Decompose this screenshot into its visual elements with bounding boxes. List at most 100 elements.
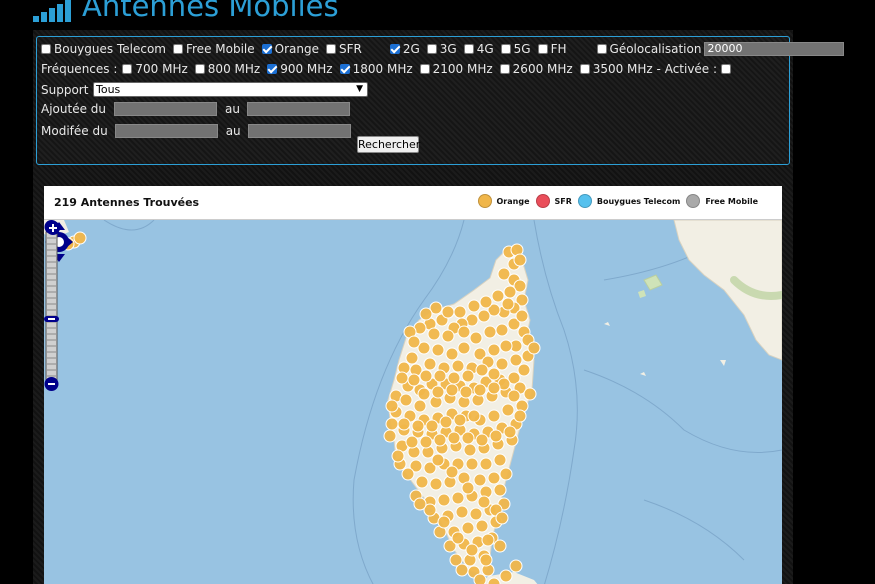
antenna-marker[interactable] [479, 457, 493, 471]
antenna-marker[interactable] [501, 297, 515, 311]
antenna-marker[interactable] [399, 393, 413, 407]
antenna-marker[interactable] [493, 453, 507, 467]
antenna-marker[interactable] [415, 475, 429, 489]
antenna-marker[interactable] [495, 357, 509, 371]
antenna-marker[interactable] [465, 543, 479, 557]
antenna-marker[interactable] [489, 429, 503, 443]
antenna-map[interactable] [44, 220, 782, 584]
antenna-marker[interactable] [487, 343, 501, 357]
map-canvas[interactable] [44, 220, 782, 584]
antenna-marker[interactable] [493, 539, 507, 553]
operator-option-orange[interactable]: Orange [261, 42, 319, 56]
antenna-marker[interactable] [397, 417, 411, 431]
antenna-marker[interactable] [457, 341, 471, 355]
antenna-marker[interactable] [417, 387, 431, 401]
freq-option-2600[interactable]: 2600 MHz [499, 62, 573, 76]
antenna-marker[interactable] [509, 559, 523, 573]
antenna-marker[interactable] [419, 369, 433, 383]
freq-option-700[interactable]: 700 MHz [122, 62, 188, 76]
checkbox-3g[interactable] [426, 44, 437, 54]
antenna-marker[interactable] [425, 419, 439, 433]
tech-option-3g[interactable]: 3G [426, 42, 457, 56]
checkbox-3500[interactable] [579, 64, 590, 74]
operator-option-sfr[interactable]: SFR [325, 42, 362, 56]
antenna-marker[interactable] [517, 363, 531, 377]
antenna-marker[interactable] [455, 563, 469, 577]
antenna-marker[interactable] [441, 305, 455, 319]
antenna-marker[interactable] [405, 435, 419, 449]
antenna-marker[interactable] [495, 511, 509, 525]
antenna-marker[interactable] [523, 387, 537, 401]
antenna-marker[interactable] [475, 363, 489, 377]
antenna-marker[interactable] [473, 473, 487, 487]
antenna-marker[interactable] [499, 467, 513, 481]
antenna-marker[interactable] [491, 289, 505, 303]
antenna-marker[interactable] [509, 353, 523, 367]
checkbox-3500-activated[interactable] [721, 64, 732, 74]
antenna-marker[interactable] [503, 285, 517, 299]
antenna-marker[interactable] [419, 435, 433, 449]
antenna-marker[interactable] [413, 399, 427, 413]
checkbox-free[interactable] [172, 44, 183, 54]
antenna-marker[interactable] [433, 433, 447, 447]
antenna-marker[interactable] [405, 351, 419, 365]
antenna-marker[interactable] [437, 493, 451, 507]
antenna-marker[interactable] [431, 453, 445, 467]
checkbox-2g[interactable] [389, 44, 400, 54]
antenna-marker[interactable] [527, 341, 541, 355]
checkbox-2600[interactable] [499, 64, 510, 74]
antenna-marker[interactable] [481, 533, 495, 547]
checkbox-2100[interactable] [419, 64, 430, 74]
antenna-marker[interactable] [441, 329, 455, 343]
antenna-marker[interactable] [431, 343, 445, 357]
checkbox-geolocation[interactable] [596, 44, 607, 54]
antenna-marker[interactable] [439, 415, 453, 429]
checkbox-sfr[interactable] [325, 44, 336, 54]
antenna-marker[interactable] [385, 417, 399, 431]
antenna-marker[interactable] [73, 231, 87, 245]
zoom-slider[interactable] [44, 220, 59, 392]
antenna-marker[interactable] [431, 385, 445, 399]
antenna-marker[interactable] [477, 309, 491, 323]
antenna-marker[interactable] [475, 519, 489, 533]
antenna-marker[interactable] [461, 481, 475, 495]
antenna-marker[interactable] [463, 443, 477, 457]
antenna-marker[interactable] [445, 347, 459, 361]
antenna-marker[interactable] [429, 477, 443, 491]
antenna-marker[interactable] [407, 373, 421, 387]
antenna-marker[interactable] [477, 495, 491, 509]
freq-option-900[interactable]: 900 MHz [267, 62, 333, 76]
checkbox-bouygues[interactable] [41, 44, 51, 54]
antenna-marker[interactable] [493, 483, 507, 497]
antenna-marker[interactable] [407, 335, 421, 349]
antenna-marker[interactable] [503, 425, 517, 439]
antenna-marker[interactable] [513, 409, 527, 423]
antenna-marker[interactable] [495, 323, 509, 337]
antenna-marker[interactable] [513, 253, 527, 267]
antenna-marker[interactable] [453, 413, 467, 427]
antenna-marker[interactable] [501, 403, 515, 417]
freq-option-800[interactable]: 800 MHz [194, 62, 260, 76]
tech-option-fh[interactable]: FH [537, 42, 567, 56]
antenna-marker[interactable] [385, 399, 399, 413]
tech-option-2g[interactable]: 2G [389, 42, 420, 56]
search-button[interactable]: Rechercher [357, 136, 420, 153]
checkbox-4g[interactable] [463, 44, 474, 54]
antenna-marker[interactable] [401, 467, 415, 481]
operator-option-bouygues[interactable]: Bouygues Telecom [41, 42, 166, 56]
modified-to-input[interactable] [247, 124, 351, 138]
plus-icon[interactable] [44, 220, 60, 236]
freq-option-1800[interactable]: 1800 MHz [339, 62, 413, 76]
antenna-marker[interactable] [467, 409, 481, 423]
antenna-marker[interactable] [459, 385, 473, 399]
operator-option-free[interactable]: Free Mobile [172, 42, 255, 56]
antenna-marker[interactable] [447, 431, 461, 445]
modified-from-input[interactable] [114, 124, 218, 138]
antenna-marker[interactable] [391, 449, 405, 463]
checkbox-700[interactable] [122, 64, 133, 74]
freq-option-2100[interactable]: 2100 MHz [419, 62, 493, 76]
support-select[interactable]: Tous ▼ [93, 82, 368, 97]
antenna-marker[interactable] [487, 471, 501, 485]
antenna-marker[interactable] [473, 383, 487, 397]
antenna-marker[interactable] [455, 505, 469, 519]
